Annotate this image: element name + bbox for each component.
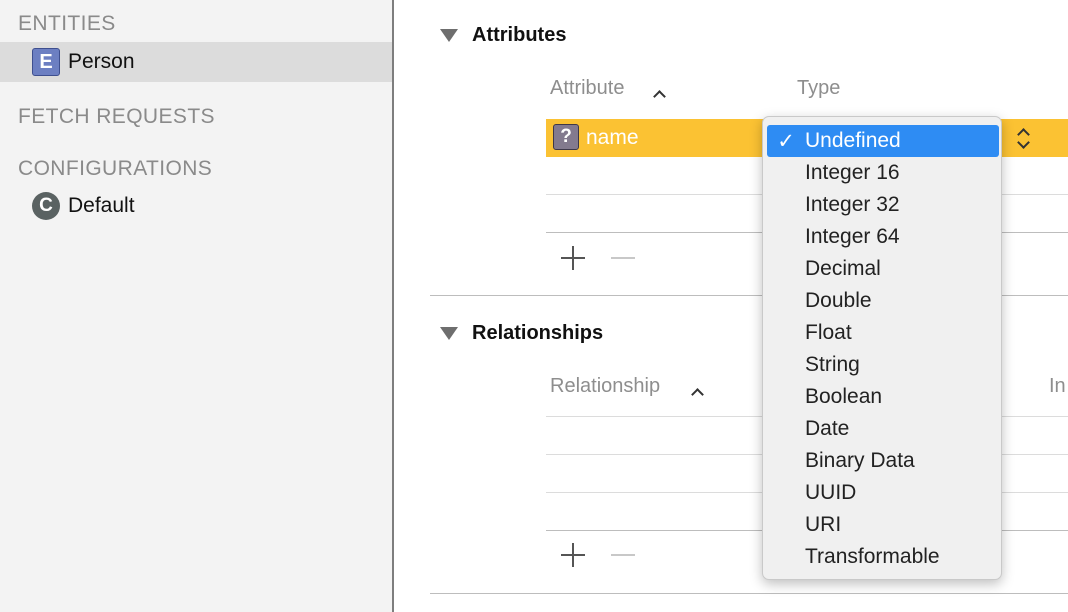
remove-attribute-button[interactable] [611,246,635,270]
type-popup-menu[interactable]: ✓ Undefined Integer 16 Integer 32 Intege… [762,116,1002,580]
configurations-header: CONFIGURATIONS [18,157,213,180]
menu-item-integer-16[interactable]: Integer 16 [767,157,999,189]
menu-item-double[interactable]: Double [767,285,999,317]
sidebar: ENTITIES E Person FETCH REQUESTS CONFIGU… [0,0,392,612]
inverse-column-header[interactable]: In [1049,375,1066,398]
menu-item-label: String [805,353,860,376]
add-relationship-button[interactable] [561,543,585,567]
menu-item-label: Undefined [805,129,901,152]
sort-ascending-icon [691,388,704,401]
menu-item-date[interactable]: Date [767,413,999,445]
sidebar-item-label: Person [68,50,135,73]
sidebar-divider[interactable] [392,0,394,612]
menu-item-boolean[interactable]: Boolean [767,381,999,413]
attribute-column-header[interactable]: Attribute [550,77,624,100]
menu-item-uri[interactable]: URI [767,509,999,541]
sort-ascending-icon [653,90,666,103]
menu-item-label: Float [805,321,852,344]
menu-item-transformable[interactable]: Transformable [767,541,999,573]
fetch-requests-header: FETCH REQUESTS [18,105,215,128]
menu-item-label: Integer 32 [805,193,900,216]
entities-header: ENTITIES [18,12,116,35]
relationship-column-header[interactable]: Relationship [550,375,660,398]
menu-item-float[interactable]: Float [767,317,999,349]
menu-item-label: Binary Data [805,449,915,472]
attributes-disclosure-triangle-icon[interactable] [440,29,458,42]
menu-item-label: Transformable [805,545,940,568]
remove-relationship-button[interactable] [611,543,635,567]
type-column-header[interactable]: Type [797,77,840,100]
sidebar-item-default[interactable]: C Default [0,186,392,226]
type-popup-stepper-icon[interactable] [1014,127,1034,153]
menu-item-undefined[interactable]: ✓ Undefined [767,125,999,157]
menu-item-binary-data[interactable]: Binary Data [767,445,999,477]
undefined-type-icon: ? [553,124,579,150]
attribute-name[interactable]: name [586,126,639,150]
menu-item-label: URI [805,513,842,536]
menu-item-decimal[interactable]: Decimal [767,253,999,285]
menu-item-integer-64[interactable]: Integer 64 [767,221,999,253]
relationships-disclosure-triangle-icon[interactable] [440,327,458,340]
menu-item-label: Double [805,289,872,312]
menu-item-label: Integer 16 [805,161,900,184]
menu-item-label: UUID [805,481,857,504]
checkmark-icon: ✓ [777,129,795,153]
menu-item-uuid[interactable]: UUID [767,477,999,509]
entity-icon: E [32,48,60,76]
sidebar-item-person[interactable]: E Person [0,42,392,82]
section-divider [430,593,1068,594]
menu-item-label: Integer 64 [805,225,900,248]
menu-item-integer-32[interactable]: Integer 32 [767,189,999,221]
attributes-title: Attributes [472,24,567,46]
menu-item-label: Date [805,417,850,440]
add-attribute-button[interactable] [561,246,585,270]
sidebar-item-label: Default [68,194,135,217]
menu-item-label: Decimal [805,257,881,280]
menu-item-label: Boolean [805,385,883,408]
menu-item-string[interactable]: String [767,349,999,381]
configuration-icon: C [32,192,60,220]
relationships-title: Relationships [472,322,604,344]
